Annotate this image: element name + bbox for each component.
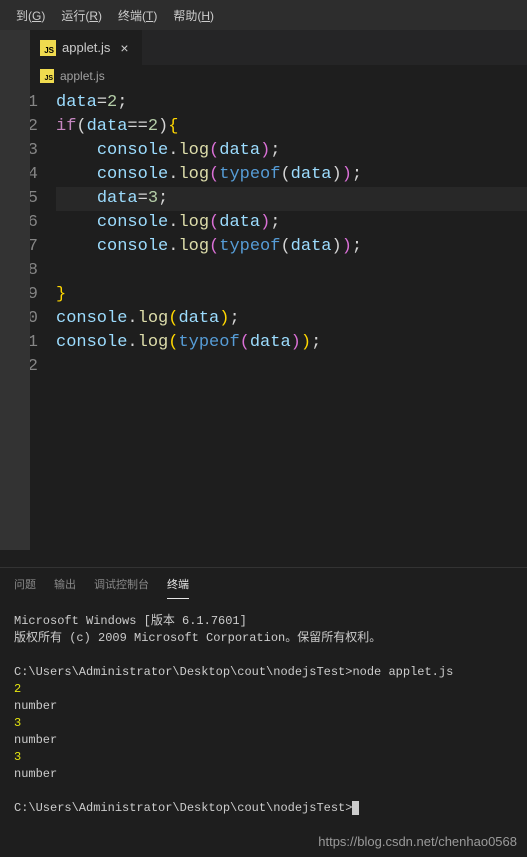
terminal-line: C:\Users\Administrator\Desktop\cout\node… xyxy=(14,664,513,681)
panel-tab[interactable]: 输出 xyxy=(54,576,76,599)
watermark: https://blog.csdn.net/chenhao0568 xyxy=(318,834,517,849)
panel-tab[interactable]: 问题 xyxy=(14,576,36,599)
editor-tabs: JS applet.js × xyxy=(0,30,527,65)
js-file-icon: JS xyxy=(40,40,56,56)
editor-tab[interactable]: JS applet.js × xyxy=(30,30,143,65)
bottom-panel: 问题输出调试控制台终端 Microsoft Windows [版本 6.1.76… xyxy=(0,567,527,827)
terminal-line: Microsoft Windows [版本 6.1.7601] xyxy=(14,613,513,630)
breadcrumb[interactable]: JS applet.js xyxy=(0,65,527,87)
activity-bar xyxy=(0,30,30,550)
code-editor[interactable]: 123456789101112 data=2;if(data==2){ cons… xyxy=(0,87,527,567)
menu-item[interactable]: 运行(R) xyxy=(53,1,110,30)
tab-filename: applet.js xyxy=(62,40,110,55)
terminal-line: number xyxy=(14,732,513,749)
menu-item[interactable]: 帮助(H) xyxy=(165,1,222,30)
terminal-line: number xyxy=(14,698,513,715)
terminal-line: number xyxy=(14,766,513,783)
terminal-line: 3 xyxy=(14,715,513,732)
terminal-line: 3 xyxy=(14,749,513,766)
terminal-line xyxy=(14,647,513,664)
panel-tabs: 问题输出调试控制台终端 xyxy=(0,568,527,599)
terminal-line xyxy=(14,783,513,800)
menubar: 到(G)运行(R)终端(T)帮助(H) xyxy=(0,0,527,30)
terminal-line: 2 xyxy=(14,681,513,698)
terminal[interactable]: Microsoft Windows [版本 6.1.7601]版权所有 (c) … xyxy=(0,599,527,827)
js-file-icon: JS xyxy=(40,69,54,83)
close-icon[interactable]: × xyxy=(116,40,132,56)
breadcrumb-filename: applet.js xyxy=(60,69,105,83)
code-content[interactable]: data=2;if(data==2){ console.log(data); c… xyxy=(56,87,527,567)
terminal-cursor xyxy=(352,801,359,815)
menu-item[interactable]: 终端(T) xyxy=(110,1,165,30)
terminal-line: C:\Users\Administrator\Desktop\cout\node… xyxy=(14,800,513,817)
panel-tab[interactable]: 调试控制台 xyxy=(94,576,149,599)
panel-tab[interactable]: 终端 xyxy=(167,576,189,599)
menu-item[interactable]: 到(G) xyxy=(8,1,53,30)
terminal-line: 版权所有 (c) 2009 Microsoft Corporation。保留所有… xyxy=(14,630,513,647)
